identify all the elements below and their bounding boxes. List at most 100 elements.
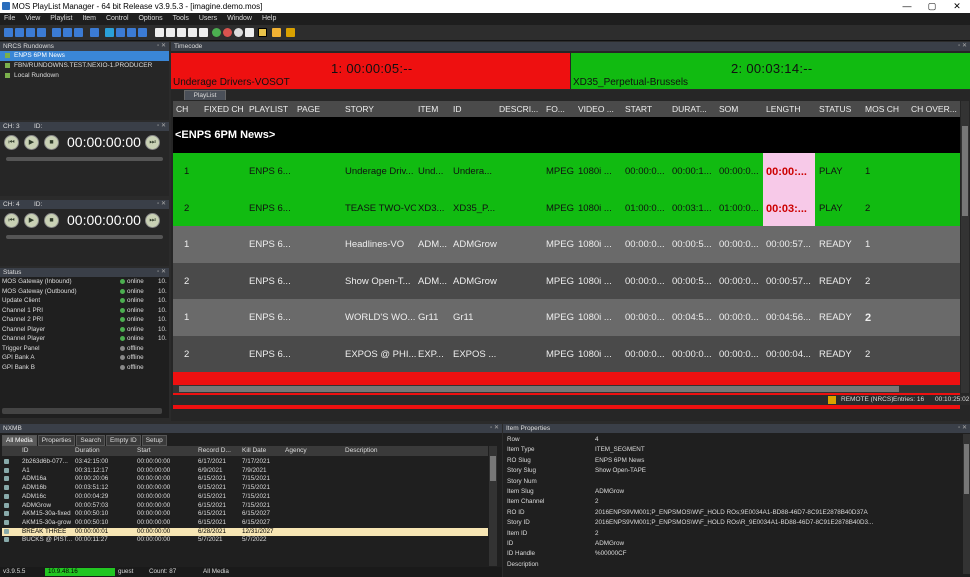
menu-view[interactable]: View <box>21 13 44 22</box>
new-icon[interactable] <box>155 28 164 37</box>
list-icon[interactable] <box>245 28 254 37</box>
playlist-row[interactable]: 1 ENPS 6... Underage Driv... Und... Undera..… <box>173 153 960 190</box>
pin-icon[interactable]: ▫ ✕ <box>490 424 499 431</box>
cue-button[interactable]: ⏮ <box>4 135 19 150</box>
column-header[interactable]: Description <box>345 447 378 454</box>
props-scrollbar[interactable] <box>963 434 970 574</box>
maximize-icon[interactable]: ▢ <box>920 0 944 13</box>
property-row[interactable]: Item Channel 2 <box>505 497 961 506</box>
tab-playlist[interactable]: PlayList <box>184 90 226 100</box>
menu-tools[interactable]: Tools <box>169 13 193 22</box>
scroll-thumb[interactable] <box>964 444 969 494</box>
media-row[interactable]: ADMGrow 00:00:57:03 00:00:00:00 6/15/2021 7/… <box>2 502 488 511</box>
property-row[interactable]: Item Slug ADMGrow <box>505 487 961 496</box>
column-header[interactable]: LENGTH <box>766 104 800 114</box>
menu-users[interactable]: Users <box>195 13 221 22</box>
column-header[interactable]: Kill Date <box>242 447 266 454</box>
column-header[interactable]: Record D... <box>198 447 231 454</box>
menu-window[interactable]: Window <box>223 13 256 22</box>
scroll-thumb[interactable] <box>179 386 899 392</box>
open-icon[interactable] <box>166 28 175 37</box>
menu-item[interactable]: Item <box>78 13 100 22</box>
playlist-row[interactable]: 1 ENPS 6... WORLD'S WO... Gr11 Gr11 MPEG 1080i… <box>173 299 960 336</box>
eject-icon[interactable] <box>138 28 147 37</box>
property-row[interactable]: ID Handle %00000CF <box>505 549 961 558</box>
status-scrollbar[interactable] <box>2 408 162 414</box>
menu-playlist[interactable]: Playlist <box>46 13 76 22</box>
menu-options[interactable]: Options <box>134 13 166 22</box>
cue-icon[interactable] <box>90 28 99 37</box>
property-row[interactable]: RO ID 2016ENPS9VM001;P_ENPSMOS\W\F_HOLD R… <box>505 508 961 517</box>
playlist-row[interactable]: 1 ENPS 6... Headlines-VO ADM... ADMGrow MPEG 1… <box>173 226 960 263</box>
copy-icon[interactable] <box>188 28 197 37</box>
media-row[interactable]: AKM15-30a-fixed 00:00:50:10 00:00:00:00 6/1… <box>2 510 488 519</box>
column-header[interactable]: FIXED CH <box>204 104 244 114</box>
column-header[interactable]: ITEM <box>418 104 438 114</box>
refresh-icon[interactable] <box>105 28 114 37</box>
green-status-icon[interactable] <box>212 28 221 37</box>
column-header[interactable]: VIDEO ... <box>578 104 614 114</box>
forward-icon[interactable] <box>37 28 46 37</box>
pin-icon[interactable]: ▫ ✕ <box>958 42 967 49</box>
skip-icon[interactable] <box>74 28 83 37</box>
media-row[interactable]: AKM15-30a-grow 00:00:50:10 00:00:00:00 6/15… <box>2 519 488 528</box>
pin-icon[interactable]: ▫ ✕ <box>157 122 166 129</box>
tab-search[interactable]: Search <box>76 435 105 446</box>
property-row[interactable]: ID ADMGrow <box>505 539 961 548</box>
property-row[interactable]: Story Slug Show Open-TAPE <box>505 466 961 475</box>
save-icon[interactable] <box>177 28 186 37</box>
pin-icon[interactable]: ▫ ✕ <box>958 424 967 431</box>
playlist-row[interactable]: 2 ENPS 6... TEASE TWO-VO XD3... XD35_P... MPE… <box>173 189 960 226</box>
tab-all-media[interactable]: All Media <box>2 435 37 446</box>
playlist-horizontal-scrollbar[interactable] <box>173 385 960 393</box>
property-row[interactable]: Item ID 2 <box>505 529 961 538</box>
menu-control[interactable]: Control <box>102 13 133 22</box>
column-header[interactable]: ID <box>453 104 462 114</box>
column-header[interactable]: Duration <box>75 447 100 454</box>
column-header[interactable]: START <box>625 104 652 114</box>
scroll-thumb[interactable] <box>962 126 968 216</box>
load-icon[interactable] <box>116 28 125 37</box>
stop-button[interactable]: ■ <box>44 213 59 228</box>
media-row[interactable]: ADM16c 00:00:04:29 00:00:00:00 6/15/2021 7/1… <box>2 493 488 502</box>
tab-properties[interactable]: Properties <box>37 435 76 446</box>
property-row[interactable]: Description <box>505 560 961 569</box>
property-row[interactable]: Row 4 <box>505 435 961 444</box>
column-header[interactable]: ID <box>22 447 29 454</box>
column-header[interactable]: DURAT... <box>672 104 707 114</box>
pin-icon[interactable]: ▫ ✕ <box>157 42 166 49</box>
menu-help[interactable]: Help <box>258 13 280 22</box>
unload-icon[interactable] <box>127 28 136 37</box>
rundown-item[interactable]: FBN/RUNDOWNS.TEST.NEXIO-1.PRODUCER <box>0 61 169 71</box>
play-button[interactable]: ▶ <box>24 135 39 150</box>
paste-icon[interactable] <box>199 28 208 37</box>
scroll-thumb[interactable] <box>490 456 496 481</box>
column-header[interactable]: CH OVER... <box>911 104 957 114</box>
column-header[interactable]: DESCRI... <box>499 104 538 114</box>
column-header[interactable]: CH <box>176 104 188 114</box>
column-header[interactable]: Start <box>137 447 151 454</box>
channel-progress-slider[interactable] <box>6 157 163 161</box>
close-icon[interactable]: ✕ <box>945 0 969 13</box>
prev-icon[interactable] <box>52 28 61 37</box>
property-row[interactable]: Item Type ITEM_SEGMENT <box>505 445 961 454</box>
playlist-row[interactable]: 2 ENPS 6... Show Open-T... ADM... ADMGrow MPE… <box>173 262 960 299</box>
media-row[interactable]: A1 00:31:12:17 00:00:00:00 6/9/2021 7/9/2021 <box>2 467 488 476</box>
stop-button[interactable]: ■ <box>44 135 59 150</box>
user-icon[interactable] <box>272 28 281 37</box>
red-status-icon[interactable] <box>223 28 232 37</box>
property-row[interactable]: RO Slug ENPS 6PM News <box>505 456 961 465</box>
channel-progress-slider[interactable] <box>6 235 163 239</box>
minimize-icon[interactable]: — <box>895 0 919 13</box>
playlist-group-header[interactable]: <ENPS 6PM News> <box>173 117 960 153</box>
rundown-item[interactable]: ENPS 6PM News <box>0 51 169 61</box>
property-row[interactable]: Story ID 2016ENPS9VM001;P_ENPSMOS\W\F_HOL… <box>505 518 961 527</box>
gray-status-icon[interactable] <box>234 28 243 37</box>
tab-empty-id[interactable]: Empty ID <box>105 435 141 446</box>
media-row[interactable]: ADM16b 00:03:51:12 00:00:00:00 6/15/2021 7/1… <box>2 484 488 493</box>
media-row[interactable]: BREAK THREE 00:00:00:01 00:00:00:00 6/28/20… <box>2 527 488 537</box>
next-button[interactable]: ⏭ <box>145 213 160 228</box>
grid-icon[interactable] <box>258 28 267 37</box>
column-header[interactable]: FO... <box>546 104 565 114</box>
column-header[interactable]: SOM <box>719 104 738 114</box>
